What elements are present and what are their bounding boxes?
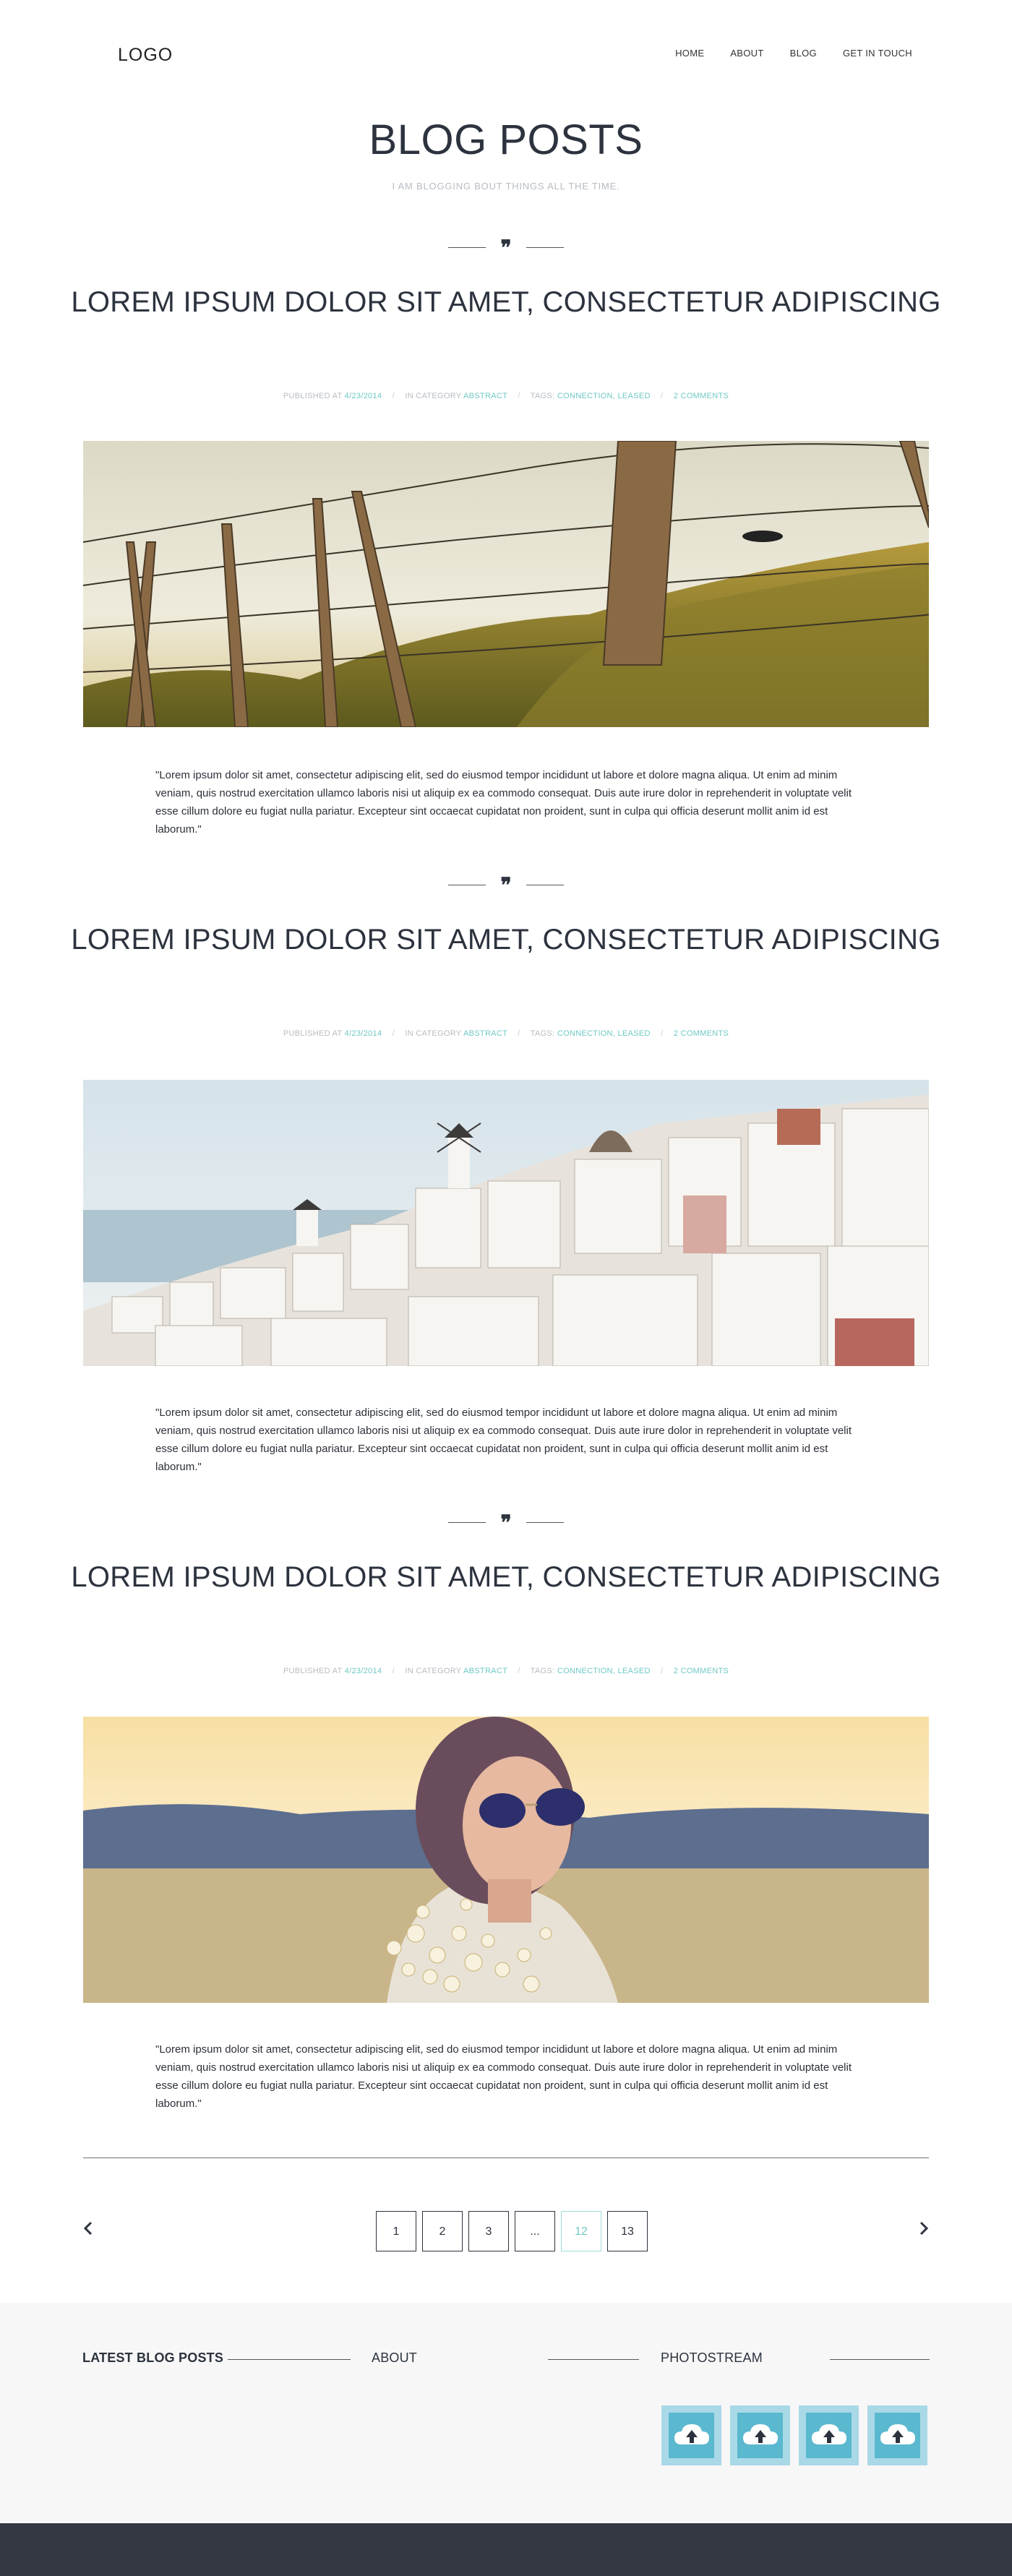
quote-divider: ❞ xyxy=(448,873,564,897)
tags-label: TAGS: xyxy=(530,1667,555,1675)
post-excerpt: "Lorem ipsum dolor sit amet, consectetur… xyxy=(155,1407,852,1473)
cloud-upload-icon xyxy=(812,2424,846,2444)
chevron-right-icon[interactable] xyxy=(917,2219,931,2241)
quote-icon: ❞ xyxy=(500,873,512,897)
post-comments-link[interactable]: 2 COMMENTS xyxy=(674,1667,729,1675)
post-image-fence[interactable] xyxy=(83,441,929,727)
page-ellipsis[interactable]: ... xyxy=(515,2211,555,2251)
post-title[interactable]: LOREM IPSUM DOLOR SIT AMET, CONSECTETUR … xyxy=(0,1561,1012,1594)
cloud-upload-icon xyxy=(743,2424,778,2444)
heading-line xyxy=(228,2359,351,2360)
page-button-1[interactable]: 1 xyxy=(376,2211,416,2251)
post-tags[interactable]: CONNECTION, LEASED xyxy=(557,392,651,400)
published-label: PUBLISHED AT xyxy=(283,392,343,400)
nav-blog[interactable]: BLOG xyxy=(790,48,817,59)
main-nav: HOME ABOUT BLOG GET IN TOUCH xyxy=(649,48,912,59)
post-image-santorini[interactable] xyxy=(83,1080,929,1366)
quote-divider: ❞ xyxy=(448,1511,564,1534)
published-label: PUBLISHED AT xyxy=(283,1029,343,1038)
cloud-upload-icon xyxy=(880,2424,915,2444)
post-date[interactable]: 4/23/2014 xyxy=(345,1667,382,1675)
nav-get-in-touch[interactable]: GET IN TOUCH xyxy=(843,48,912,59)
post-excerpt: "Lorem ipsum dolor sit amet, consectetur… xyxy=(155,2043,852,2110)
photostream-thumb[interactable] xyxy=(661,2405,721,2465)
photostream-thumb[interactable] xyxy=(867,2405,927,2465)
post-title[interactable]: LOREM IPSUM DOLOR SIT AMET, CONSECTETUR … xyxy=(0,286,1012,319)
chevron-left-icon[interactable] xyxy=(81,2219,95,2241)
page-button-2[interactable]: 2 xyxy=(422,2211,463,2251)
post-meta: PUBLISHED AT 4/23/2014 / IN CATEGORY ABS… xyxy=(0,392,1012,400)
post-category[interactable]: ABSTRACT xyxy=(463,1667,507,1675)
post-tags[interactable]: CONNECTION, LEASED xyxy=(557,1029,651,1038)
page-subtitle: I AM BLOGGING BOUT THINGS ALL THE TIME. xyxy=(392,181,620,192)
divider-line xyxy=(526,247,564,248)
latest-posts-heading: LATEST BLOG POSTS xyxy=(82,2350,224,2365)
post-comments-link[interactable]: 2 COMMENTS xyxy=(674,1029,729,1038)
footer-widgets: LATEST BLOG POSTS ABOUT PHOTOSTREAM xyxy=(0,2303,1012,2523)
quote-divider: ❞ xyxy=(448,236,564,259)
meta-separator: / xyxy=(518,1029,520,1038)
meta-separator: / xyxy=(661,1667,664,1675)
tags-label: TAGS: xyxy=(530,1029,555,1038)
page-button-3[interactable]: 3 xyxy=(468,2211,509,2251)
meta-separator: / xyxy=(661,1029,664,1038)
tags-label: TAGS: xyxy=(530,392,555,400)
quote-icon: ❞ xyxy=(500,236,512,259)
about-heading: ABOUT xyxy=(372,2350,418,2365)
heading-line xyxy=(548,2359,639,2360)
post-tags[interactable]: CONNECTION, LEASED xyxy=(557,1667,651,1675)
post-date[interactable]: 4/23/2014 xyxy=(345,1029,382,1038)
post-date[interactable]: 4/23/2014 xyxy=(345,392,382,400)
post-meta: PUBLISHED AT 4/23/2014 / IN CATEGORY ABS… xyxy=(0,1667,1012,1675)
nav-home[interactable]: HOME xyxy=(675,48,704,59)
post-title[interactable]: LOREM IPSUM DOLOR SIT AMET, CONSECTETUR … xyxy=(0,924,1012,956)
meta-separator: / xyxy=(661,392,664,400)
category-label: IN CATEGORY xyxy=(405,392,462,400)
category-label: IN CATEGORY xyxy=(405,1029,462,1038)
footer-bar xyxy=(0,2523,1012,2576)
quote-icon: ❞ xyxy=(500,1511,512,1534)
published-label: PUBLISHED AT xyxy=(283,1667,343,1675)
heading-line xyxy=(830,2359,930,2360)
meta-separator: / xyxy=(392,392,395,400)
page-button-13[interactable]: 13 xyxy=(607,2211,648,2251)
post-image-woman[interactable] xyxy=(83,1717,929,2003)
pagination: 1 2 3 ... 12 13 xyxy=(376,2211,653,2251)
page-title: BLOG POSTS xyxy=(369,116,643,163)
category-label: IN CATEGORY xyxy=(405,1667,462,1675)
photostream-heading: PHOTOSTREAM xyxy=(661,2350,763,2365)
meta-separator: / xyxy=(392,1029,395,1038)
nav-about[interactable]: ABOUT xyxy=(730,48,763,59)
meta-separator: / xyxy=(392,1667,395,1675)
meta-separator: / xyxy=(518,1667,520,1675)
post-category[interactable]: ABSTRACT xyxy=(463,1029,507,1038)
post-meta: PUBLISHED AT 4/23/2014 / IN CATEGORY ABS… xyxy=(0,1029,1012,1038)
divider-line xyxy=(526,1522,564,1523)
meta-separator: / xyxy=(518,392,520,400)
page-button-12[interactable]: 12 xyxy=(561,2211,601,2251)
photostream-thumb[interactable] xyxy=(799,2405,859,2465)
photostream-thumb[interactable] xyxy=(730,2405,790,2465)
post-excerpt: "Lorem ipsum dolor sit amet, consectetur… xyxy=(155,769,852,836)
cloud-upload-icon xyxy=(674,2424,709,2444)
post-comments-link[interactable]: 2 COMMENTS xyxy=(674,392,729,400)
site-logo[interactable]: LOGO xyxy=(118,45,173,66)
post-category[interactable]: ABSTRACT xyxy=(463,392,507,400)
